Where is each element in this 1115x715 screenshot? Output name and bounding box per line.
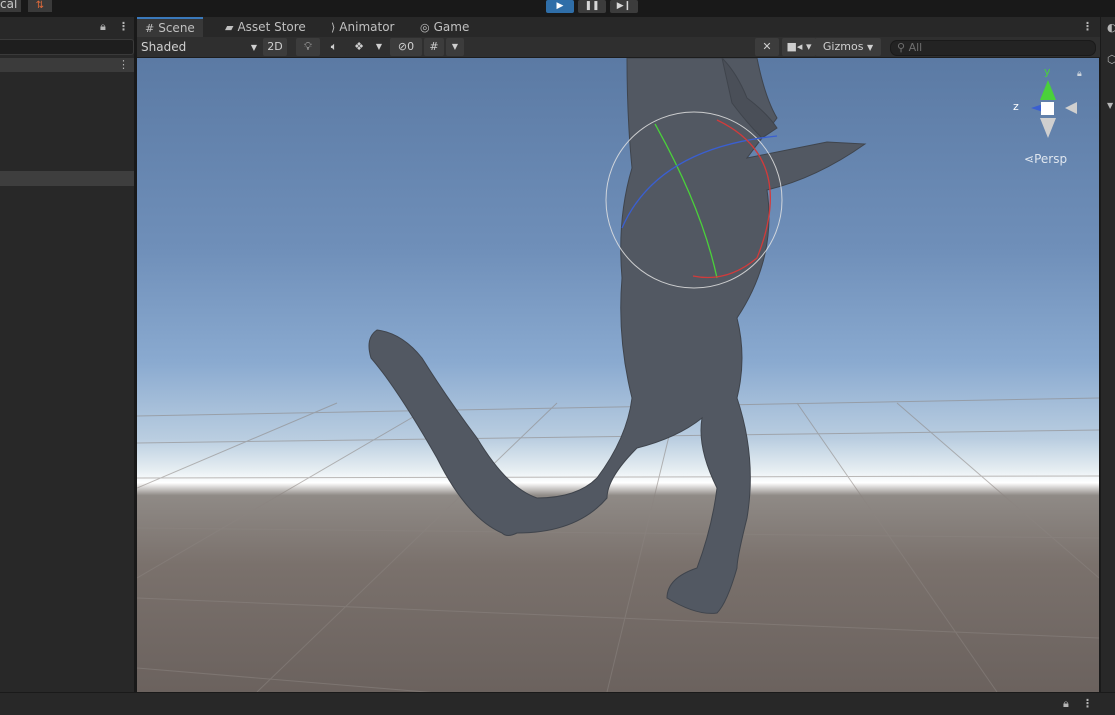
step-button[interactable]: ▶❙ xyxy=(610,0,638,13)
chevron-down-icon[interactable]: ▼ xyxy=(1107,99,1113,113)
store-icon: ▰ xyxy=(225,21,234,34)
scene-header-row[interactable]: ⋮ xyxy=(0,58,134,72)
inspector-panel-edge: ◐ ⬡ ▼ xyxy=(1100,17,1115,692)
chevron-down-icon: ▼ xyxy=(866,43,874,52)
panel-menu-icon[interactable]: ⋮ xyxy=(118,20,129,34)
chevron-down-icon[interactable]: ▼ xyxy=(446,38,464,56)
hierarchy-tabbar: 🔒︎ ⋮ xyxy=(0,17,134,37)
layout-dropdown[interactable]: cal xyxy=(0,0,22,12)
tools-icon[interactable]: ✕ xyxy=(755,38,779,56)
gamepad-icon: ◎ xyxy=(420,21,430,34)
main-toolbar: cal ⇅ ▶ ❚❚ ▶❙ xyxy=(0,0,1115,16)
hierarchy-panel: 🔒︎ ⋮ ⋮ xyxy=(0,17,134,692)
panel-menu-icon[interactable]: ⋮ xyxy=(1082,20,1093,34)
lighting-icon[interactable]: 💡︎ xyxy=(296,38,320,56)
search-icon: ⚲ xyxy=(897,41,906,54)
orientation-gizmo[interactable] xyxy=(1031,80,1077,138)
lock-icon[interactable]: 🔒︎ xyxy=(1077,69,1082,79)
lock-icon[interactable]: 🔒︎ xyxy=(100,20,106,34)
info-icon[interactable]: ◐ xyxy=(1107,21,1115,35)
axis-z-label: z xyxy=(1013,100,1019,113)
lock-icon[interactable]: 🔒︎ xyxy=(1063,697,1069,711)
grid-icon: # xyxy=(145,22,155,35)
bottom-panel-tabbar: 🔒︎ ⋮ xyxy=(0,692,1115,715)
hierarchy-search-input[interactable] xyxy=(0,39,134,55)
scene-menu-icon[interactable]: ⋮ xyxy=(118,58,129,72)
chevron-down-icon: ▼ xyxy=(250,43,257,52)
scene-toolbar: Shaded ▼ 2D 💡︎ 🔈︎ ❖ ▼ ⊘0 # ▼ ✕ ■◂ ▾ Gizm… xyxy=(137,37,1100,58)
panel-menu-icon[interactable]: ⋮ xyxy=(1082,697,1093,711)
perspective-icon: ⋖ xyxy=(1024,152,1035,166)
chevron-down-icon[interactable]: ▼ xyxy=(372,38,386,56)
audio-icon[interactable]: 🔈︎ xyxy=(322,38,346,56)
tab-scene[interactable]: # Scene xyxy=(137,17,203,37)
camera-icon[interactable]: ■◂ ▾ xyxy=(782,38,816,56)
character-model xyxy=(368,58,867,614)
animator-icon: ⟩ xyxy=(331,21,336,34)
tab-animator[interactable]: ⟩ Animator xyxy=(323,17,402,37)
selected-hierarchy-row[interactable] xyxy=(0,171,134,186)
scene-tabbar: # Scene ▰ Asset Store ⟩ Animator ◎ Game ⋮ xyxy=(137,17,1100,37)
eye-slash-icon: ⊘ xyxy=(397,40,408,53)
scene-viewport[interactable]: y z 🔒︎ ⋖Persp xyxy=(137,58,1099,692)
cube-icon[interactable]: ⬡ xyxy=(1107,53,1115,67)
tab-game[interactable]: ◎ Game xyxy=(412,17,477,37)
scene-visibility-toggle[interactable]: ⊘0 xyxy=(390,38,422,56)
grid-snap-icon[interactable]: # xyxy=(424,38,444,56)
ground-grid xyxy=(137,397,1099,692)
play-button[interactable]: ▶ xyxy=(546,0,574,13)
gizmos-dropdown[interactable]: Gizmos ▼ xyxy=(815,38,881,56)
projection-toggle[interactable]: ⋖Persp xyxy=(1024,152,1067,166)
draw-mode-dropdown[interactable]: Shaded ▼ xyxy=(138,38,259,56)
effects-icon[interactable]: ❖ xyxy=(348,38,370,56)
scene-render xyxy=(137,58,1099,692)
pause-button[interactable]: ❚❚ xyxy=(578,0,606,13)
cloud-sync-icon[interactable]: ⇅ xyxy=(28,0,52,12)
2d-toggle[interactable]: 2D xyxy=(263,38,287,56)
tab-asset-store[interactable]: ▰ Asset Store xyxy=(217,17,314,37)
scene-search-input[interactable]: ⚲ All xyxy=(890,40,1096,56)
axis-y-label: y xyxy=(1044,65,1051,78)
